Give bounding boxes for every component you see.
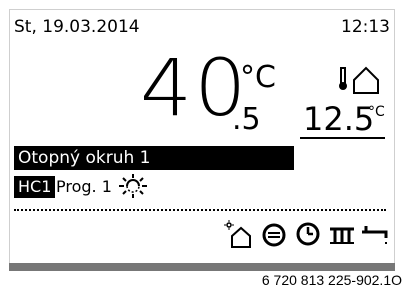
clock-icon[interactable] <box>294 220 322 248</box>
dhw-house-icon[interactable] <box>224 220 252 248</box>
outdoor-thermometer-house-icon <box>339 66 379 94</box>
circuit-badge: HC1 <box>14 176 56 198</box>
figure-caption: 6 720 813 225-902.1O <box>261 272 402 288</box>
hot-water-icon[interactable] <box>260 220 288 248</box>
sun-icon <box>119 174 147 198</box>
outdoor-temperature-unit: °C <box>368 104 385 120</box>
outdoor-temperature-underline <box>300 137 385 139</box>
room-temperature-unit: °C <box>240 60 276 95</box>
program-label: Prog. 1 <box>56 177 112 196</box>
time-display: 12:13 <box>341 17 390 37</box>
separator-dotted <box>14 209 386 211</box>
bottom-icon-row <box>220 220 390 250</box>
room-temperature-decimal: .5 <box>232 102 261 137</box>
date-display: St, 19.03.2014 <box>14 17 140 37</box>
display-bottom-border <box>9 263 395 271</box>
outdoor-temperature-value: 12.5 <box>303 100 375 138</box>
heating-circuit-bar[interactable]: Otopný okruh 1 <box>14 146 294 170</box>
tap-icon[interactable] <box>360 220 388 248</box>
radiator-icon[interactable] <box>328 220 356 248</box>
